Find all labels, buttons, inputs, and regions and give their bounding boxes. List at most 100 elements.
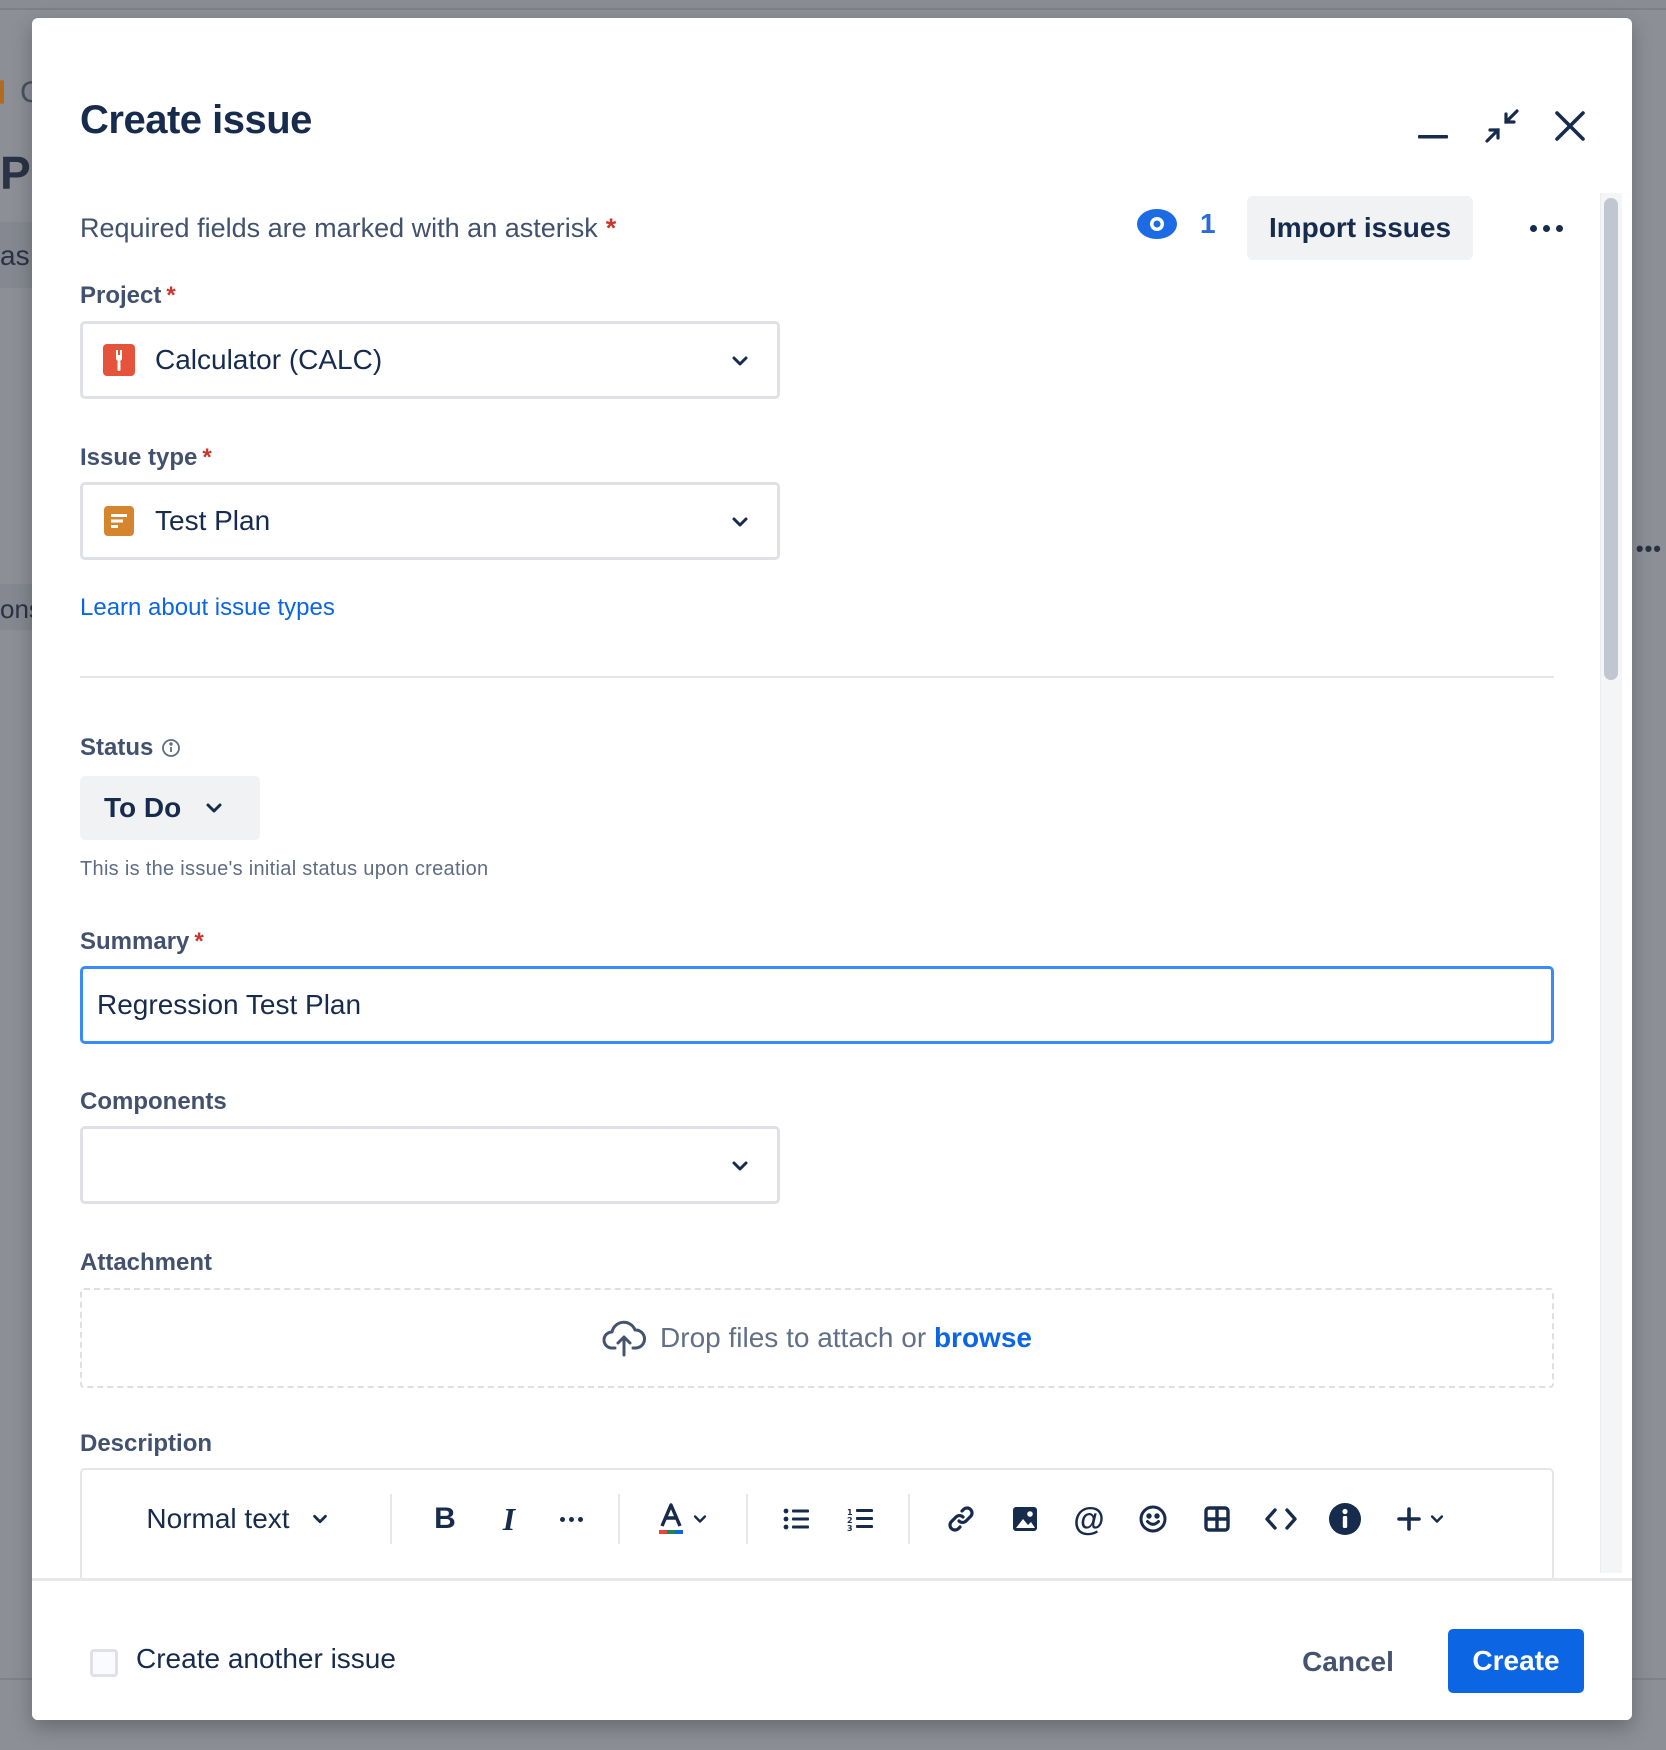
status-label: Status [80,734,181,762]
project-label-text: Project [80,282,162,309]
required-asterisk: * [202,444,212,471]
status-dropdown[interactable]: To Do [80,776,260,840]
learn-about-issue-types-link[interactable]: Learn about issue types [80,594,335,622]
issue-type-label-text: Issue type [80,444,198,471]
description-label: Description [80,1430,213,1457]
more-actions-button[interactable] [1516,208,1576,248]
link-icon [948,1506,974,1532]
collapse-icon [1485,109,1519,143]
toolbar-separator [390,1494,392,1544]
project-avatar-icon [103,344,135,376]
project-select[interactable]: Calculator (CALC) [80,321,780,399]
italic-button[interactable]: I [486,1496,532,1542]
mention-button[interactable]: @ [1066,1496,1112,1542]
watchers-count: 1 [1200,208,1216,239]
mention-icon: @ [1073,1500,1105,1537]
chevron-down-icon [312,1514,327,1524]
emoji-icon [1139,1505,1167,1533]
chevron-down-icon [1430,1515,1444,1523]
cancel-button[interactable]: Cancel [1290,1631,1406,1693]
code-button[interactable] [1258,1496,1304,1542]
section-divider [80,676,1554,678]
more-icon-dot [1555,224,1563,232]
table-button[interactable] [1194,1496,1240,1542]
editor-toolbar: Normal text B I 1 2 3 @ [82,1470,1552,1568]
test-plan-icon [103,505,135,537]
background-fragment: as [0,240,30,271]
emoji-button[interactable] [1130,1496,1176,1542]
more-formatting-icon-dot [577,1516,583,1522]
link-button[interactable] [938,1496,984,1542]
more-formatting-icon [559,1516,565,1522]
issue-type-select[interactable]: Test Plan [80,482,780,560]
plus-icon [1397,1507,1421,1531]
chevron-down-icon [206,803,222,813]
required-asterisk: * [166,282,176,309]
drop-text: Drop files to attach or [660,1322,927,1353]
required-fields-note: Required fields are marked with an aster… [80,213,616,244]
create-button[interactable]: Create [1448,1629,1584,1693]
numbered-list-button[interactable]: 123 [838,1496,884,1542]
image-button[interactable] [1002,1496,1048,1542]
chevron-down-icon [732,1161,748,1171]
summary-label-text: Summary [80,928,190,955]
minimize-icon [1418,135,1448,139]
table-icon [1204,1506,1230,1532]
status-value: To Do [104,792,182,823]
more-icon [1529,224,1537,232]
collapse-button[interactable] [1478,102,1526,150]
required-asterisk: * [194,928,204,955]
components-label: Components [80,1088,227,1115]
create-issue-modal: Create issue Required fields are marked … [32,18,1632,1720]
info-icon[interactable] [161,738,181,758]
text-color-button[interactable] [650,1496,716,1542]
chevron-down-icon [732,356,748,366]
project-value: Calculator (CALC) [155,344,383,375]
watch-button[interactable]: 1 [1136,208,1216,240]
text-style-value: Normal text [146,1503,290,1534]
close-icon [1555,111,1585,141]
create-another-label[interactable]: Create another issue [136,1643,396,1675]
svg-text:3: 3 [847,1524,853,1532]
components-select[interactable] [80,1126,780,1204]
project-label: Project * [80,282,176,310]
image-icon [1013,1507,1037,1531]
more-formatting-button[interactable] [548,1496,594,1542]
scrollbar-thumb[interactable] [1604,198,1618,680]
issue-type-label: Issue type * [80,444,212,472]
status-label-text: Status [80,734,154,761]
text-style-dropdown[interactable]: Normal text [138,1496,338,1542]
close-button[interactable] [1546,102,1594,150]
code-icon [1265,1508,1297,1530]
cloud-upload-icon [602,1320,647,1357]
issue-type-value: Test Plan [155,505,271,536]
minimize-button[interactable] [1409,102,1457,150]
chevron-down-icon [693,1515,707,1523]
toolbar-separator [618,1494,620,1544]
create-another-checkbox[interactable] [90,1649,118,1677]
required-asterisk: * [605,213,617,243]
text-color-icon [659,1503,683,1534]
bullet-list-button[interactable] [774,1496,820,1542]
attachment-dropzone[interactable]: Drop files to attach or browse [80,1288,1554,1388]
required-note-text: Required fields are marked with an aster… [80,213,598,243]
chevron-down-icon [732,517,748,527]
bold-button[interactable]: B [422,1496,468,1542]
background-project-icon [0,80,4,104]
toolbar-separator [908,1494,910,1544]
insert-more-button[interactable] [1388,1496,1454,1542]
info-panel-icon [1329,1503,1361,1535]
summary-label: Summary * [80,928,204,956]
info-panel-button[interactable] [1322,1496,1368,1542]
background-top-border [0,0,1666,10]
eye-icon [1137,209,1177,239]
bold-icon: B [434,1502,456,1535]
dropzone-text: Drop files to attach or browse [660,1322,1032,1354]
background-more-icon: ••• [1635,536,1662,561]
attachment-label: Attachment [80,1249,213,1276]
modal-header: Create issue [80,78,1592,158]
import-issues-button[interactable]: Import issues [1247,196,1473,260]
more-formatting-icon-dot [568,1516,574,1522]
browse-link[interactable]: browse [934,1322,1032,1353]
summary-input[interactable] [80,966,1554,1044]
